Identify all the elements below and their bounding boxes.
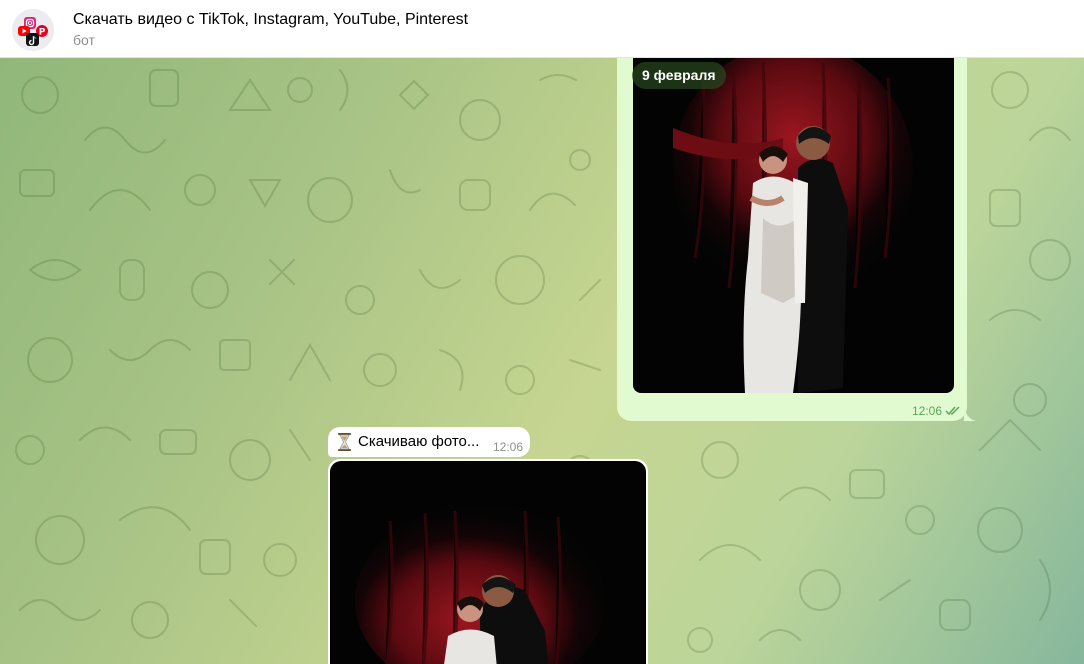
- hourglass-icon: [338, 433, 351, 451]
- incoming-message-time: 12:06: [493, 440, 524, 454]
- bot-avatar-icon[interactable]: P: [12, 9, 54, 51]
- bubble-tail-icon: [964, 405, 976, 421]
- incoming-photo-bubble[interactable]: [328, 459, 648, 664]
- incoming-message-text: Скачиваю фото...: [358, 433, 480, 450]
- outgoing-photo[interactable]: [633, 58, 954, 393]
- incoming-photo[interactable]: [330, 461, 646, 664]
- double-check-icon: [945, 406, 960, 416]
- svg-text:P: P: [39, 28, 46, 38]
- outgoing-message-time: 12:06: [912, 404, 943, 418]
- date-badge: 9 февраля: [632, 62, 726, 89]
- chat-title[interactable]: Скачать видео с TikTok, Instagram, YouTu…: [73, 11, 468, 29]
- chat-header[interactable]: P Скачать видео с TikTok, Instagram, You…: [0, 0, 1084, 58]
- chat-subtitle: бот: [73, 32, 95, 48]
